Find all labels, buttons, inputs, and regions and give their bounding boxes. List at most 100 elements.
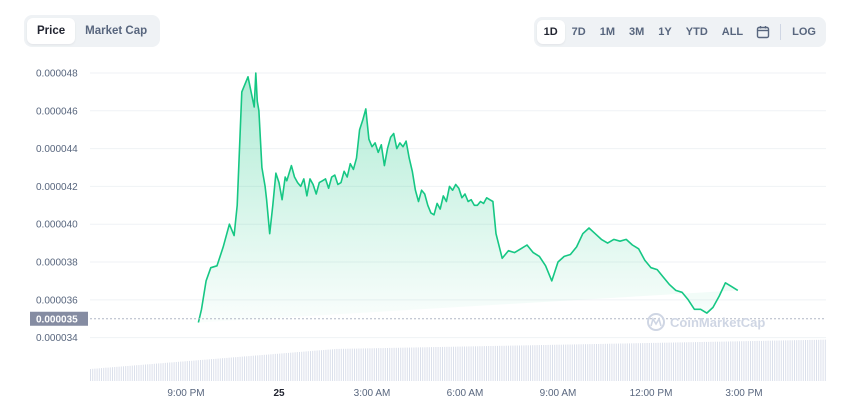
volume-bar xyxy=(719,341,721,381)
volume-bar xyxy=(103,367,105,381)
volume-bar xyxy=(791,340,793,381)
y-tick-label: 0.000040 xyxy=(36,220,78,231)
x-tick-label: 9:00 PM xyxy=(167,388,204,399)
volume-bar xyxy=(778,340,780,381)
volume-bar xyxy=(503,345,505,381)
volume-bar xyxy=(195,360,197,381)
volume-bar xyxy=(569,344,571,381)
volume-bar xyxy=(358,348,360,381)
volume-bar xyxy=(378,348,380,381)
volume-bar xyxy=(230,357,232,381)
volume-bar xyxy=(593,344,595,381)
volume-bar xyxy=(717,341,718,381)
volume-bar xyxy=(428,347,430,381)
volume-bar xyxy=(92,368,94,381)
volume-bar xyxy=(369,348,371,381)
volume-bar xyxy=(272,354,274,381)
volume-bar xyxy=(356,348,358,381)
volume-bar xyxy=(574,344,575,381)
volume-bar xyxy=(316,350,318,381)
volume-bar xyxy=(602,343,604,381)
volume-bar xyxy=(701,342,703,381)
volume-bar xyxy=(351,348,353,381)
volume-bar xyxy=(380,348,382,381)
volume-bar xyxy=(615,343,617,381)
volume-bar xyxy=(479,346,481,381)
volume-bar xyxy=(818,339,820,381)
volume-bar xyxy=(813,339,815,381)
volume-bar xyxy=(741,341,743,381)
volume-bar xyxy=(312,350,314,381)
volume-bar xyxy=(382,348,384,381)
volume-bar xyxy=(629,343,630,381)
volume-bar xyxy=(301,351,303,381)
volume-bar xyxy=(703,341,705,381)
x-tick-label: 25 xyxy=(273,388,285,399)
volume-bar xyxy=(761,340,762,381)
watermark: CoinMarketCap xyxy=(647,313,765,331)
volume-bar xyxy=(162,363,164,381)
volume-bar xyxy=(554,344,556,381)
volume-bar xyxy=(571,344,573,381)
volume-bar xyxy=(657,342,659,381)
volume-bar xyxy=(692,342,694,381)
volume-bar xyxy=(699,342,701,381)
volume-bar xyxy=(490,346,492,381)
volume-bar xyxy=(147,364,149,381)
volume-bar xyxy=(261,355,263,381)
volume-bar xyxy=(237,357,239,381)
volume-bar xyxy=(532,345,534,381)
coinmarketcap-logo-icon xyxy=(647,313,665,331)
volume-bar xyxy=(558,344,560,381)
y-tick-label: 0.000048 xyxy=(36,69,78,80)
volume-bar xyxy=(477,346,479,381)
volume-bars xyxy=(90,339,826,381)
volume-bar xyxy=(314,350,316,381)
volume-bar xyxy=(664,342,666,381)
volume-bar xyxy=(325,349,327,381)
volume-bar xyxy=(112,367,113,381)
volume-bar xyxy=(673,342,674,381)
volume-bar xyxy=(787,340,789,381)
volume-bar xyxy=(728,341,729,381)
current-price-badge: 0.000035 xyxy=(30,311,88,326)
volume-bar xyxy=(549,344,551,381)
volume-bar xyxy=(193,360,195,381)
volume-bar xyxy=(336,348,338,381)
volume-bar xyxy=(151,364,153,381)
volume-bar xyxy=(743,341,745,381)
volume-bar xyxy=(752,341,754,381)
volume-bar xyxy=(340,348,342,381)
volume-bar xyxy=(354,348,355,381)
volume-bar xyxy=(545,345,547,381)
volume-bar xyxy=(659,342,661,381)
volume-bar xyxy=(173,362,175,381)
volume-bar xyxy=(371,348,373,381)
volume-bar xyxy=(772,340,773,381)
volume-bar xyxy=(448,346,450,381)
volume-bar xyxy=(646,343,648,381)
volume-bar xyxy=(514,345,516,381)
volume-bar xyxy=(384,348,386,381)
volume-bar xyxy=(239,356,241,381)
volume-bar xyxy=(670,342,672,381)
volume-bar xyxy=(785,340,787,381)
volume-bar xyxy=(611,343,613,381)
volume-bar xyxy=(213,359,215,381)
volume-bar xyxy=(556,344,558,381)
volume-bar xyxy=(453,346,454,381)
volume-bar xyxy=(191,360,193,381)
volume-bar xyxy=(681,342,683,381)
volume-bar xyxy=(472,346,474,381)
volume-bar xyxy=(343,348,344,381)
volume-bar xyxy=(721,341,723,381)
volume-bar xyxy=(679,342,681,381)
volume-bar xyxy=(523,345,525,381)
volume-bar xyxy=(609,343,611,381)
volume-bar xyxy=(228,357,230,381)
volume-bar xyxy=(622,343,624,381)
volume-bar xyxy=(274,353,276,381)
volume-bar xyxy=(530,345,531,381)
volume-bar xyxy=(404,347,406,381)
volume-bar xyxy=(116,366,118,381)
